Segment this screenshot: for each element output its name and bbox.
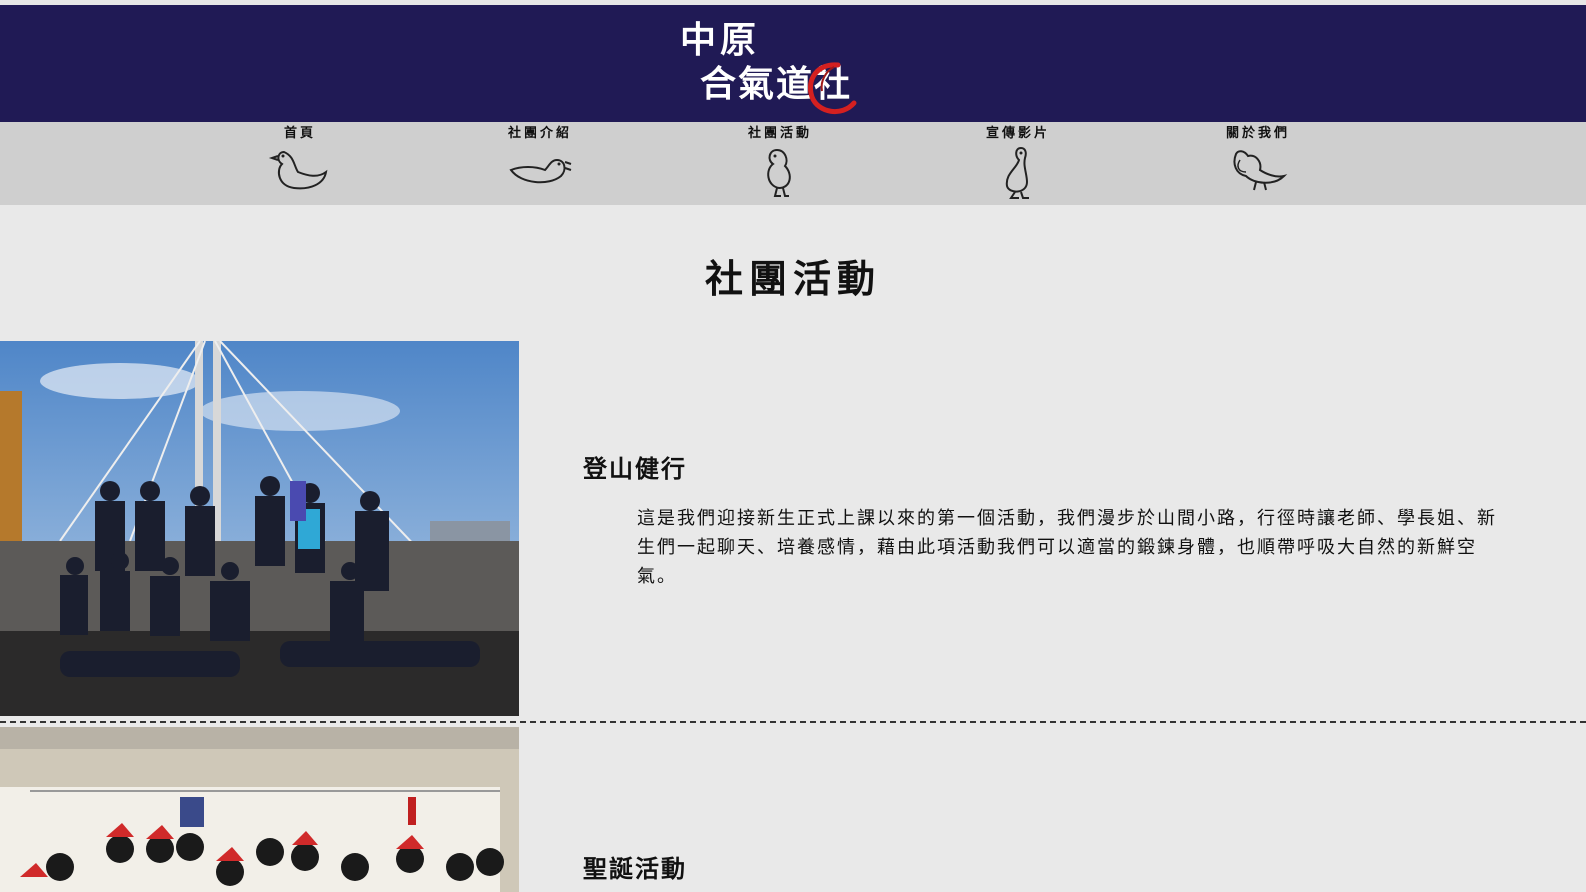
nav-label: 社團介紹	[507, 126, 572, 141]
nav-label: 社團活動	[747, 126, 812, 141]
nav-item-home[interactable]: 首頁	[240, 126, 360, 202]
section-divider	[0, 721, 1586, 723]
nav-item-videos[interactable]: 宣傳影片	[958, 126, 1078, 202]
activity-photo	[0, 341, 519, 716]
main-nav: 首頁 社團介紹 社團活動 宣傳影片 關於我們	[0, 122, 1586, 205]
duck-tall-icon	[1005, 146, 1029, 199]
duck-lying-icon	[509, 158, 572, 184]
activity-description: 這是我們迎接新生正式上課以來的第一個活動，我們漫步於山間小路，行徑時讓老師、學長…	[637, 508, 1497, 587]
club-logo[interactable]: 中原 合氣道社	[680, 9, 880, 119]
activity-photo	[0, 727, 519, 892]
group-photo-bridge	[0, 341, 519, 716]
nav-item-activities[interactable]: 社團活動	[720, 126, 840, 202]
activity-title: 聖誕活動	[583, 854, 687, 883]
duck-sitting-icon	[268, 150, 328, 190]
nav-item-about[interactable]: 關於我們	[1198, 126, 1318, 202]
logo-enso-icon	[808, 62, 857, 114]
nav-label: 宣傳影片	[985, 126, 1050, 141]
nav-label: 關於我們	[1225, 126, 1290, 141]
duck-flapping-icon	[1233, 150, 1288, 191]
duck-standing-icon	[767, 148, 791, 197]
activity-title: 登山健行	[583, 454, 687, 483]
group-photo-christmas	[0, 727, 519, 892]
nav-label: 首頁	[283, 126, 316, 141]
nav-item-intro[interactable]: 社團介紹	[480, 126, 600, 202]
site-header: 中原 合氣道社	[0, 5, 1586, 122]
page-title: 社團活動	[704, 256, 881, 301]
